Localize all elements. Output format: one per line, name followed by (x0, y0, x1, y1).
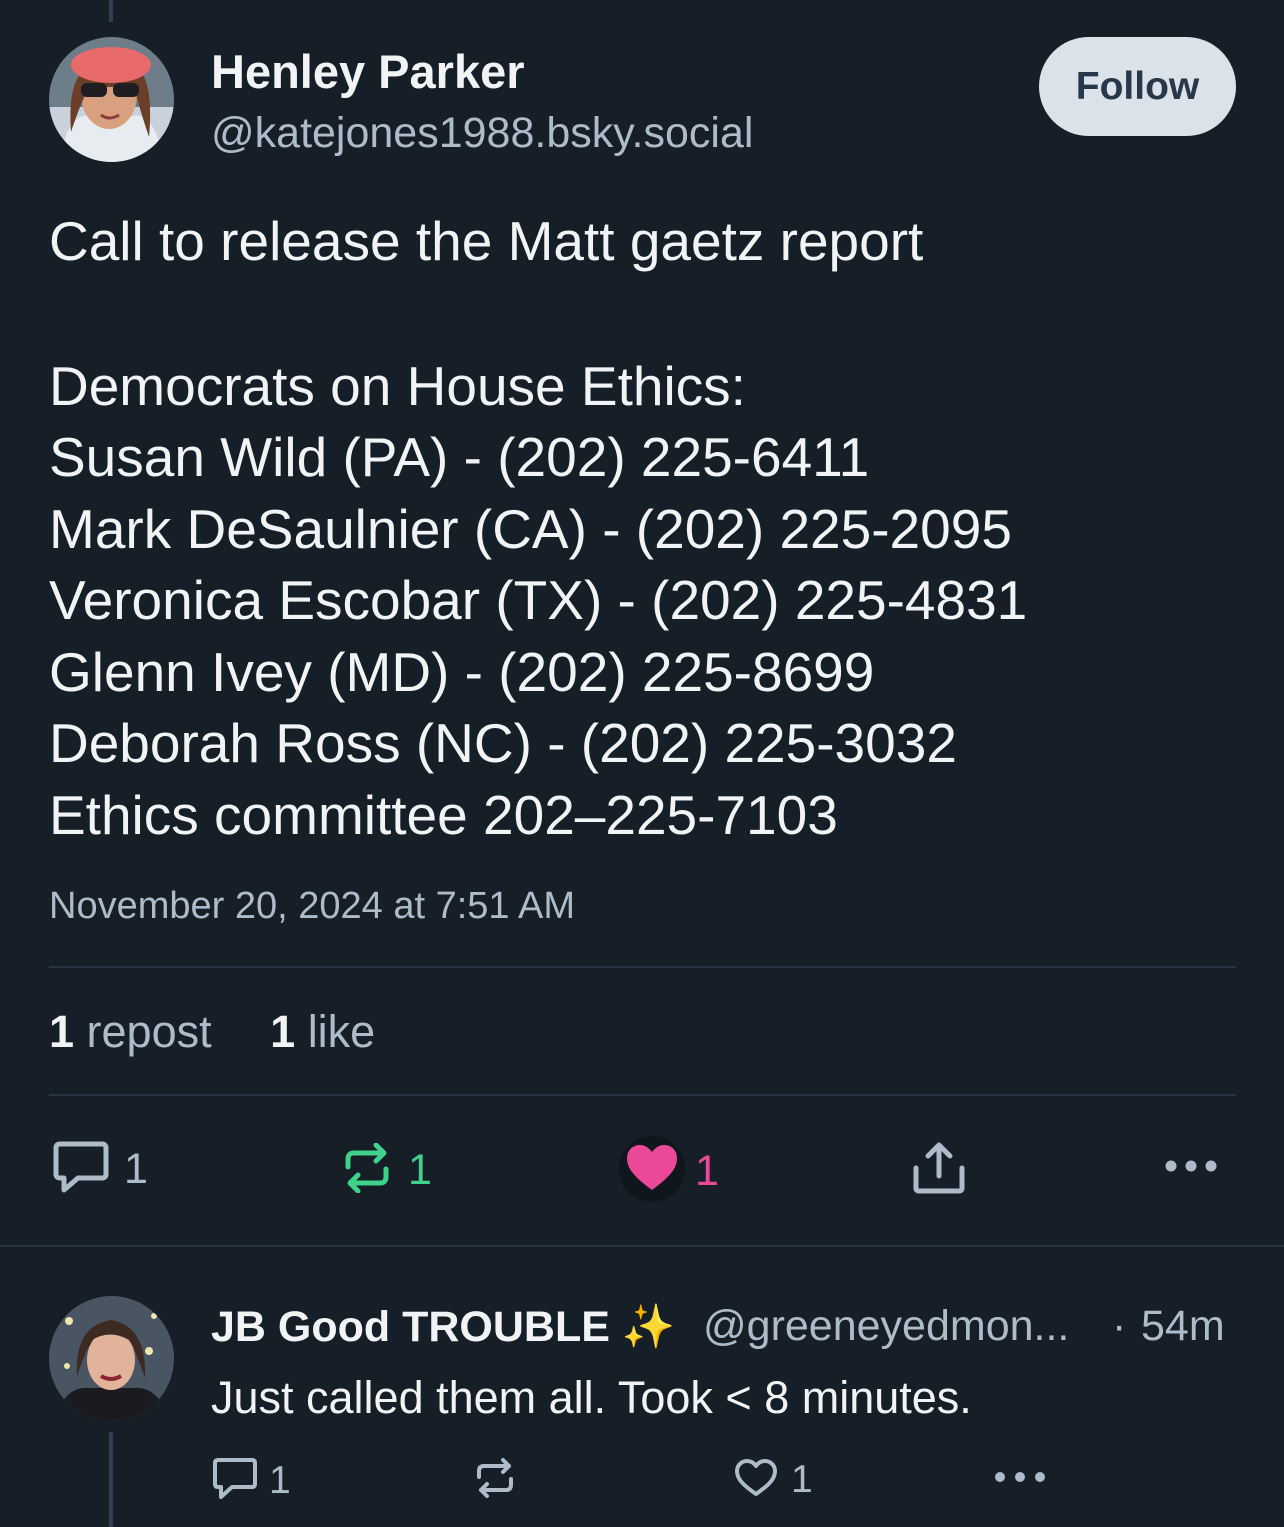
reply-reply-count: 1 (269, 1458, 291, 1502)
post-line: Call to release the Matt gaetz report (49, 210, 924, 272)
share-button[interactable] (912, 1142, 966, 1199)
post-line: Deborah Ross (NC) - (202) 225-3032 (49, 712, 957, 774)
more-icon (1164, 1158, 1218, 1179)
post-line: Democrats on House Ethics: (49, 354, 746, 417)
post-blank-line (49, 278, 1249, 351)
post-stats: 1 repost 1 like (49, 1006, 421, 1058)
post-line: Glenn Ivey (MD) - (202) 225-8699 (49, 640, 875, 703)
reposts-count: 1 (49, 1006, 75, 1057)
section-divider (0, 1245, 1284, 1247)
reply-icon (52, 1140, 110, 1199)
thread-connector-bottom (109, 1432, 113, 1527)
reply-author-avatar[interactable] (49, 1296, 174, 1421)
reply-author-name[interactable]: JB Good TROUBLE ✨ (211, 1302, 675, 1352)
reply-repost-button[interactable] (473, 1457, 517, 1504)
heart-icon (619, 1136, 685, 1207)
reply-icon (211, 1456, 259, 1505)
repost-icon (340, 1142, 394, 1198)
reply-reply-button[interactable]: 1 (211, 1456, 291, 1505)
reply-text: Just called them all. Took < 8 minutes. (211, 1372, 972, 1423)
reply-count: 1 (124, 1145, 148, 1193)
likes-count: 1 (270, 1006, 296, 1057)
reply-like-button[interactable]: 1 (733, 1456, 813, 1503)
reposts-label: repost (86, 1006, 212, 1057)
post-line: Susan Wild (PA) - (202) 225-6411 (49, 426, 870, 488)
reply-author-handle[interactable]: @greeneyedmon... (703, 1302, 1069, 1351)
sparkles-emoji: ✨ (621, 1303, 676, 1351)
like-button[interactable]: 1 (619, 1136, 719, 1207)
post-line: Veronica Escobar (TX) - (202) 225-4831 (49, 569, 1028, 631)
separator-dot: · (1112, 1302, 1127, 1350)
post-timestamp: November 20, 2024 at 7:51 AM (49, 885, 575, 927)
heart-icon (733, 1456, 779, 1503)
likes-stat[interactable]: 1 like (270, 1006, 375, 1057)
repost-button[interactable]: 1 (340, 1142, 432, 1198)
repost-count: 1 (408, 1146, 432, 1194)
repost-icon (473, 1457, 517, 1504)
reposts-stat[interactable]: 1 repost (49, 1006, 212, 1057)
more-icon (994, 1470, 1046, 1489)
divider (49, 1094, 1236, 1096)
more-options-button[interactable] (1164, 1158, 1218, 1179)
reply-author-name-text: JB Good TROUBLE (211, 1303, 610, 1351)
likes-label: like (307, 1006, 376, 1057)
author-handle[interactable]: @katejones1988.bsky.social (211, 109, 753, 158)
reply-button[interactable]: 1 (52, 1140, 148, 1199)
share-icon (912, 1142, 966, 1199)
post-line: Mark DeSaulnier (CA) - (202) 225-2095 (49, 497, 1012, 560)
thread-page: Henley Parker @katejones1988.bsky.social… (0, 0, 1284, 1527)
author-avatar[interactable] (49, 37, 174, 162)
reply-time[interactable]: 54m (1141, 1302, 1225, 1351)
author-name[interactable]: Henley Parker (211, 44, 525, 99)
like-count: 1 (695, 1147, 719, 1195)
follow-button[interactable]: Follow (1039, 37, 1236, 136)
post-body: Call to release the Matt gaetz report De… (49, 206, 1249, 851)
post-line: Ethics committee 202–225-7103 (49, 783, 838, 846)
divider (49, 966, 1236, 968)
reply-more-options-button[interactable] (994, 1470, 1046, 1489)
thread-connector-top (109, 0, 113, 22)
reply-like-count: 1 (791, 1457, 813, 1501)
